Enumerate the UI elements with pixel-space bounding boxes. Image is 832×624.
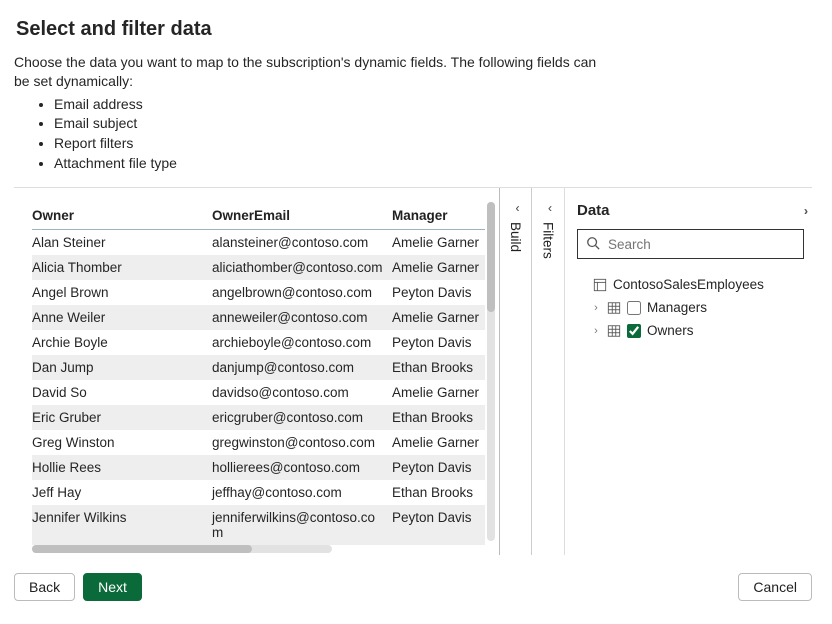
table-icon — [607, 301, 621, 315]
table-cell: Anne Weiler — [32, 305, 212, 330]
table-cell: jeffhay@contoso.com — [212, 480, 392, 505]
table-cell: David So — [32, 380, 212, 405]
vertical-tab-filters[interactable]: ‹‹ Filters — [532, 188, 564, 555]
table-row[interactable]: David Sodavidso@contoso.comAmelie Garner — [32, 380, 485, 405]
horizontal-scrollbar-thumb[interactable] — [32, 545, 252, 553]
table-cell: Alicia Thomber — [32, 255, 212, 280]
page-title: Select and filter data — [16, 18, 812, 41]
intro-bullet: Email subject — [54, 114, 614, 134]
table-cell: Ethan Brooks — [392, 355, 485, 380]
data-table: Owner OwnerEmail Manager Alan Steinerala… — [32, 204, 485, 545]
horizontal-scrollbar[interactable] — [32, 545, 332, 553]
table-cell: Ethan Brooks — [392, 405, 485, 430]
table-cell: ericgruber@contoso.com — [212, 405, 392, 430]
table-cell: davidso@contoso.com — [212, 380, 392, 405]
table-cell: Greg Winston — [32, 430, 212, 455]
table-cell: Amelie Garner — [392, 305, 485, 330]
table-cell: gregwinston@contoso.com — [212, 430, 392, 455]
intro-bullet: Email address — [54, 95, 614, 115]
table-row[interactable]: Jennifer Wilkinsjenniferwilkins@contoso.… — [32, 505, 485, 545]
tree-table-row-managers[interactable]: › Managers — [577, 296, 804, 319]
tree-table-checkbox-managers[interactable] — [627, 301, 641, 315]
vertical-tabs: ‹‹ Build ‹‹ Filters — [499, 188, 564, 555]
table-cell: Amelie Garner — [392, 255, 485, 280]
table-cell: aliciathomber@contoso.com — [212, 255, 392, 280]
table-icon — [607, 324, 621, 338]
table-row[interactable]: Jeff Hayjeffhay@contoso.comEthan Brooks — [32, 480, 485, 505]
table-row[interactable]: Anne Weileranneweiler@contoso.comAmelie … — [32, 305, 485, 330]
tree-table-row-owners[interactable]: › Owners — [577, 319, 804, 342]
intro-bullet: Report filters — [54, 134, 614, 154]
table-cell: archieboyle@contoso.com — [212, 330, 392, 355]
data-panel: Data ›› › — [564, 188, 812, 555]
table-cell: Amelie Garner — [392, 430, 485, 455]
cancel-button[interactable]: Cancel — [738, 573, 812, 601]
table-row[interactable]: Eric Gruberericgruber@contoso.comEthan B… — [32, 405, 485, 430]
table-cell: Angel Brown — [32, 280, 212, 305]
table-cell: Eric Gruber — [32, 405, 212, 430]
tree-dataset-label: ContosoSalesEmployees — [613, 277, 764, 292]
table-row[interactable]: Hollie Reeshollierees@contoso.comPeyton … — [32, 455, 485, 480]
data-tree: › ContosoSalesEmployees › — [577, 273, 804, 342]
table-cell: danjump@contoso.com — [212, 355, 392, 380]
tree-table-label: Managers — [647, 300, 707, 315]
table-cell: Peyton Davis — [392, 330, 485, 355]
table-row[interactable]: Alan Steineralansteiner@contoso.comAmeli… — [32, 230, 485, 256]
table-cell: Jeff Hay — [32, 480, 212, 505]
table-row[interactable]: Alicia Thomberaliciathomber@contoso.comA… — [32, 255, 485, 280]
table-row[interactable]: Dan Jumpdanjump@contoso.comEthan Brooks — [32, 355, 485, 380]
next-button[interactable]: Next — [83, 573, 142, 601]
vertical-tab-build[interactable]: ‹‹ Build — [500, 188, 532, 555]
table-cell: Peyton Davis — [392, 280, 485, 305]
table-cell: Dan Jump — [32, 355, 212, 380]
chevron-right-icon[interactable]: › — [591, 302, 601, 314]
vertical-tab-filters-label: Filters — [541, 222, 556, 259]
table-cell: Amelie Garner — [392, 230, 485, 256]
search-box[interactable] — [577, 229, 804, 259]
data-table-area: Owner OwnerEmail Manager Alan Steinerala… — [14, 188, 485, 555]
intro-text: Choose the data you want to map to the s… — [14, 53, 614, 91]
table-cell: Alan Steiner — [32, 230, 212, 256]
tree-dataset-row[interactable]: › ContosoSalesEmployees — [577, 273, 804, 296]
back-button[interactable]: Back — [14, 573, 75, 601]
vertical-tab-build-label: Build — [508, 222, 523, 252]
tree-table-checkbox-owners[interactable] — [627, 324, 641, 338]
table-row[interactable]: Angel Brownangelbrown@contoso.comPeyton … — [32, 280, 485, 305]
table-row[interactable]: Greg Winstongregwinston@contoso.comAmeli… — [32, 430, 485, 455]
table-cell: anneweiler@contoso.com — [212, 305, 392, 330]
chevron-right-icon[interactable]: › — [591, 325, 601, 337]
data-panel-title: Data — [577, 202, 610, 219]
column-header-manager[interactable]: Manager — [392, 204, 485, 230]
table-cell: Ethan Brooks — [392, 480, 485, 505]
table-cell: jenniferwilkins@contoso.com — [212, 505, 392, 545]
column-header-owner[interactable]: Owner — [32, 204, 212, 230]
intro-bullet-list: Email address Email subject Report filte… — [14, 95, 614, 173]
table-row[interactable]: Archie Boylearchieboyle@contoso.comPeyto… — [32, 330, 485, 355]
vertical-scrollbar[interactable] — [487, 202, 495, 541]
table-cell: Archie Boyle — [32, 330, 212, 355]
table-cell: Hollie Rees — [32, 455, 212, 480]
table-cell: Peyton Davis — [392, 505, 485, 545]
footer: Back Next Cancel — [14, 565, 812, 601]
intro-bullet: Attachment file type — [54, 154, 614, 174]
intro-block: Choose the data you want to map to the s… — [14, 53, 614, 173]
table-cell: alansteiner@contoso.com — [212, 230, 392, 256]
table-cell: Peyton Davis — [392, 455, 485, 480]
table-cell: Jennifer Wilkins — [32, 505, 212, 545]
table-cell: angelbrown@contoso.com — [212, 280, 392, 305]
workspace: Owner OwnerEmail Manager Alan Steinerala… — [14, 187, 812, 555]
tree-table-label: Owners — [647, 323, 694, 338]
dataset-icon — [593, 278, 607, 292]
table-cell: Amelie Garner — [392, 380, 485, 405]
table-cell: hollierees@contoso.com — [212, 455, 392, 480]
search-icon — [586, 236, 600, 253]
column-header-owneremail[interactable]: OwnerEmail — [212, 204, 392, 230]
search-input[interactable] — [606, 236, 795, 253]
